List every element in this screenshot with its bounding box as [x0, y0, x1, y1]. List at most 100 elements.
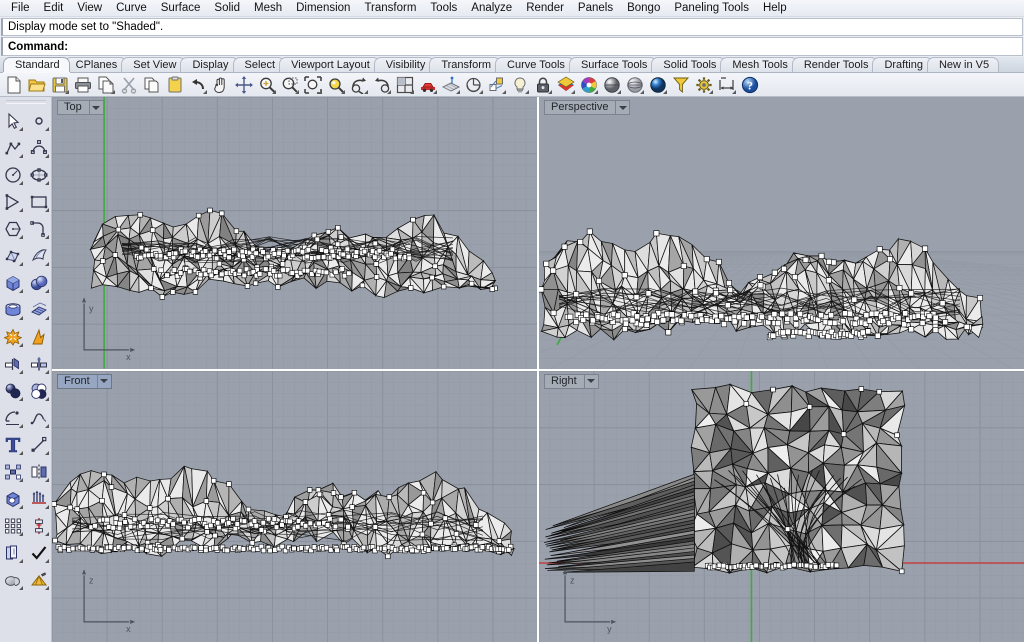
pan-hand-icon[interactable] — [210, 74, 232, 96]
rectangular-array-icon[interactable] — [0, 512, 26, 539]
toolbar-tab-surface-tools[interactable]: Surface Tools — [568, 57, 658, 72]
scale-icon[interactable] — [26, 431, 52, 458]
paste-clipboard-icon[interactable] — [164, 74, 186, 96]
viewport-front[interactable]: z x Front — [52, 370, 537, 642]
viewport-front-canvas[interactable]: z x — [52, 370, 537, 642]
scissors-cut-icon[interactable] — [118, 74, 140, 96]
array-icon[interactable] — [0, 458, 26, 485]
menu-item-file[interactable]: File — [4, 0, 37, 17]
ellipse-icon[interactable] — [26, 161, 52, 188]
shaded-sphere-icon[interactable] — [601, 74, 623, 96]
print-icon[interactable] — [72, 74, 94, 96]
viewport-top-title-dropdown[interactable] — [88, 101, 103, 114]
toolbar-tab-render-tools[interactable]: Render Tools — [791, 57, 879, 72]
cylinder-solid-icon[interactable] — [0, 296, 26, 323]
circle-icon[interactable] — [0, 161, 26, 188]
help-question-icon[interactable]: ? — [739, 74, 761, 96]
zoom-extents-icon[interactable] — [302, 74, 324, 96]
undo-view-icon[interactable] — [371, 74, 393, 96]
sphere-boolean-icon[interactable] — [26, 269, 52, 296]
color-wheel-icon[interactable] — [578, 74, 600, 96]
menu-item-edit[interactable]: Edit — [37, 0, 71, 17]
toolbar-tab-cplanes[interactable]: CPlanes — [63, 57, 128, 72]
hexagon-polygon-icon[interactable] — [0, 215, 26, 242]
toolbar-tab-display[interactable]: Display — [180, 57, 239, 72]
toolbar-tab-new-in-v5[interactable]: New in V5 — [926, 57, 1000, 72]
ghosted-sphere-icon[interactable] — [624, 74, 646, 96]
fillet-curve-icon[interactable] — [26, 215, 52, 242]
menu-item-curve[interactable]: Curve — [109, 0, 154, 17]
distance-dimension-icon[interactable] — [716, 74, 738, 96]
menu-item-solid[interactable]: Solid — [207, 0, 247, 17]
menu-item-transform[interactable]: Transform — [357, 0, 423, 17]
light-bulb-icon[interactable] — [509, 74, 531, 96]
point-object-icon[interactable] — [26, 107, 52, 134]
render-mesh-icon[interactable] — [26, 566, 52, 593]
rectangle-icon[interactable] — [26, 188, 52, 215]
cplane-icon[interactable] — [440, 74, 462, 96]
toolbar-tab-curve-tools[interactable]: Curve Tools — [495, 57, 575, 72]
toolbar-tab-drafting[interactable]: Drafting — [872, 57, 933, 72]
car-render-icon[interactable] — [417, 74, 439, 96]
extrude-curve-icon[interactable] — [26, 485, 52, 512]
menu-item-dimension[interactable]: Dimension — [289, 0, 357, 17]
blend-curve-icon[interactable] — [26, 404, 52, 431]
save-disk-icon[interactable] — [49, 74, 71, 96]
copy-page-icon[interactable] — [95, 74, 117, 96]
control-point-curve-icon[interactable] — [26, 134, 52, 161]
menu-item-bongo[interactable]: Bongo — [620, 0, 667, 17]
rotate-view-icon[interactable] — [348, 74, 370, 96]
select-arrow-icon[interactable] — [0, 107, 26, 134]
viewport-right-canvas[interactable]: z y — [539, 370, 1024, 642]
explode-icon[interactable] — [0, 323, 26, 350]
command-input[interactable] — [68, 39, 1022, 54]
options-gear-icon[interactable] — [693, 74, 715, 96]
surface-array-icon[interactable] — [26, 296, 52, 323]
menu-item-help[interactable]: Help — [756, 0, 794, 17]
menu-item-view[interactable]: View — [70, 0, 109, 17]
zoom-selected-icon[interactable] — [325, 74, 347, 96]
toolbar-tab-visibility[interactable]: Visibility — [373, 57, 436, 72]
viewport-top[interactable]: y x Top — [52, 97, 537, 369]
zoom-window-icon[interactable] — [279, 74, 301, 96]
viewport-top-canvas[interactable]: y x — [52, 97, 537, 369]
split-icon[interactable] — [26, 350, 52, 377]
toolbar-tab-standard[interactable]: Standard — [3, 57, 70, 72]
selection-filter-icon[interactable] — [670, 74, 692, 96]
lock-icon[interactable] — [532, 74, 554, 96]
fillet-edge-icon[interactable] — [0, 404, 26, 431]
viewport-perspective-canvas[interactable] — [539, 97, 1024, 369]
triangle-polygon-icon[interactable] — [0, 188, 26, 215]
mirror-icon[interactable] — [26, 458, 52, 485]
move-arrows-icon[interactable] — [233, 74, 255, 96]
menu-item-analyze[interactable]: Analyze — [464, 0, 519, 17]
toolbar-tab-transform[interactable]: Transform — [429, 57, 502, 72]
box-solid-icon[interactable] — [0, 269, 26, 296]
viewport-right[interactable]: z y Right — [539, 370, 1024, 642]
menu-item-render[interactable]: Render — [519, 0, 571, 17]
object-properties-icon[interactable] — [486, 74, 508, 96]
viewport-front-title-dropdown[interactable] — [96, 374, 111, 388]
copy-icon[interactable] — [141, 74, 163, 96]
toolbar-tab-set-view[interactable]: Set View — [121, 57, 187, 72]
viewport-perspective-title[interactable]: Perspective — [544, 100, 631, 115]
command-prompt-bar[interactable]: Command: — [1, 37, 1023, 56]
viewport-front-title[interactable]: Front — [57, 373, 112, 389]
boolean-union-icon[interactable] — [0, 377, 26, 404]
toolbar-tab-select[interactable]: Select — [232, 57, 286, 72]
named-view-icon[interactable] — [463, 74, 485, 96]
palette-drag-grip[interactable] — [5, 100, 46, 104]
open-folder-icon[interactable] — [26, 74, 48, 96]
loft-surface-icon[interactable] — [26, 242, 52, 269]
menu-item-tools[interactable]: Tools — [423, 0, 464, 17]
viewport-top-title[interactable]: Top — [57, 100, 104, 115]
toolbar-tab-mesh-tools[interactable]: Mesh Tools — [720, 57, 798, 72]
rendered-sphere-icon[interactable] — [647, 74, 669, 96]
layers-icon[interactable] — [555, 74, 577, 96]
viewport-right-title[interactable]: Right — [544, 373, 599, 389]
align-icon[interactable] — [26, 512, 52, 539]
menu-item-paneling-tools[interactable]: Paneling Tools — [667, 0, 756, 17]
boolean-split-icon[interactable] — [26, 323, 52, 350]
text-object-icon[interactable] — [0, 431, 26, 458]
surface-from-points-icon[interactable] — [0, 242, 26, 269]
